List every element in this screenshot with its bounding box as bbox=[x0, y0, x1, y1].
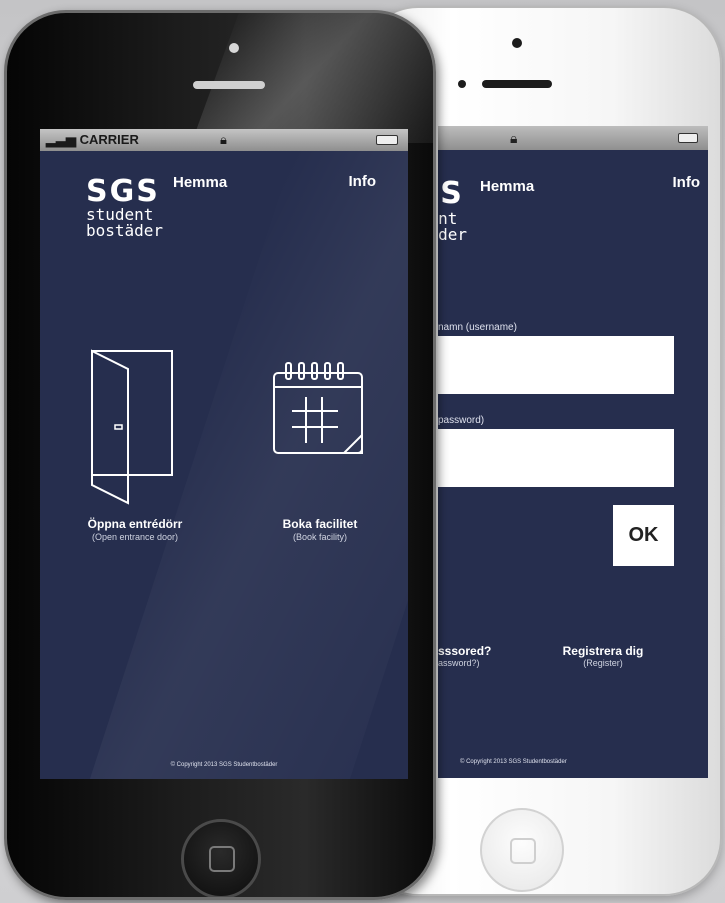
register-label: Registrera dig bbox=[562, 644, 644, 658]
forgot-password-link[interactable]: sssored? assword?) bbox=[438, 644, 491, 668]
earpiece-speaker bbox=[193, 81, 265, 89]
password-label: password) bbox=[438, 415, 485, 426]
home-screen: ▂▃▅ CARRIER 🔒︎ SGS student bostäder Hemm… bbox=[40, 129, 408, 779]
logo-brand: SGS bbox=[438, 176, 464, 211]
login-screen: 🔒︎ SGS student bostäder Hemma Info namn … bbox=[438, 126, 708, 778]
front-camera bbox=[229, 43, 239, 53]
home-button[interactable] bbox=[480, 808, 564, 892]
proximity-sensor bbox=[458, 80, 466, 88]
logo-brand: SGS bbox=[86, 174, 160, 209]
home-button[interactable] bbox=[181, 819, 261, 897]
password-input[interactable] bbox=[438, 429, 674, 487]
lock-icon: 🔒︎ bbox=[510, 130, 518, 146]
register-link[interactable]: Registrera dig (Register) bbox=[548, 644, 658, 668]
calendar-icon bbox=[273, 362, 363, 454]
battery-icon bbox=[678, 133, 698, 143]
forgot-password-label: sssored? bbox=[438, 644, 492, 658]
door-icon bbox=[91, 349, 173, 505]
register-sub: (Register) bbox=[583, 658, 623, 668]
info-link[interactable]: Info bbox=[349, 173, 377, 190]
ok-button[interactable]: OK bbox=[613, 505, 674, 566]
battery-icon bbox=[376, 135, 398, 145]
status-bar: 🔒︎ bbox=[438, 126, 708, 150]
logo-line-2: bostäder bbox=[86, 221, 164, 240]
hemma-link[interactable]: Hemma bbox=[173, 174, 227, 191]
open-door-label: Öppna entrédörr bbox=[87, 517, 183, 531]
logo: SGS student bostäder bbox=[86, 177, 163, 239]
book-facility-sub: (Book facility) bbox=[292, 532, 347, 542]
copyright: © Copyright 2013 SGS Studentbostäder bbox=[170, 762, 278, 768]
logo: SGS student bostäder bbox=[438, 176, 478, 246]
info-link[interactable]: Info bbox=[673, 174, 701, 191]
logo-line-2: bostäder bbox=[438, 225, 468, 244]
status-bar: ▂▃▅ CARRIER 🔒︎ bbox=[40, 129, 408, 151]
earpiece-speaker bbox=[482, 80, 552, 88]
book-facility-button[interactable] bbox=[268, 359, 368, 459]
hemma-link[interactable]: Hemma bbox=[480, 178, 534, 195]
open-door-sub: (Open entrance door) bbox=[91, 532, 179, 542]
forgot-password-sub: assword?) bbox=[438, 658, 480, 668]
book-facility-label: Boka facilitet bbox=[282, 517, 358, 531]
username-label: namn (username) bbox=[438, 322, 517, 333]
lock-icon: 🔒︎ bbox=[220, 132, 227, 147]
copyright: © Copyright 2013 SGS Studentbostäder bbox=[460, 759, 567, 765]
username-input[interactable] bbox=[438, 336, 674, 394]
carrier-label: ▂▃▅ CARRIER bbox=[46, 132, 139, 147]
front-camera bbox=[512, 38, 522, 48]
